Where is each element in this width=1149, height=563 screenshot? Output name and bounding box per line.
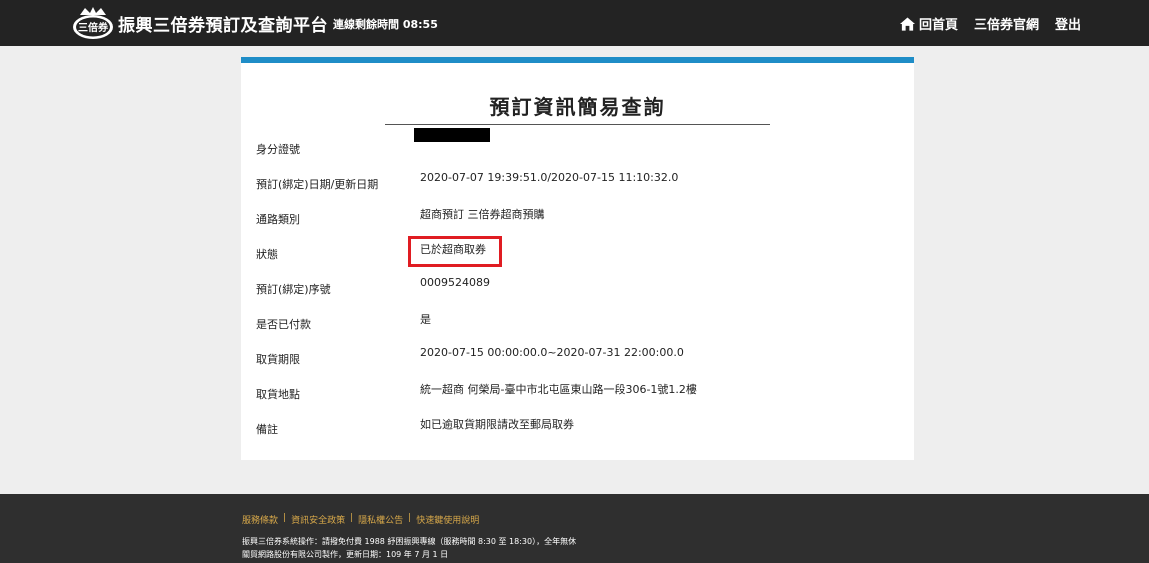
label-booking-date: 預訂(綁定)日期/更新日期: [256, 178, 379, 191]
triple-voucher-logo-icon[interactable]: 三倍券: [70, 5, 116, 41]
label-serial-number: 預訂(綁定)序號: [256, 283, 331, 296]
value-channel: 超商預訂 三倍券超商預購: [420, 208, 545, 221]
session-timer: 連線剩餘時間 08:55: [333, 18, 438, 31]
value-booking-date: 2020-07-07 19:39:51.0/2020-07-15 11:10:3…: [420, 171, 679, 184]
footer-links: 服務條款 | 資訊安全政策 | 隱私權公告 | 快速鍵使用說明: [242, 513, 479, 526]
security-policy-link[interactable]: 資訊安全政策: [291, 513, 345, 526]
value-pickup-location: 統一超商 何榮局-臺中市北屯區東山路一段306-1號1.2樓: [420, 383, 697, 396]
label-channel: 通路類別: [256, 213, 300, 226]
value-remarks: 如已逾取貨期限請改至郵局取券: [420, 418, 574, 431]
value-paid: 是: [420, 313, 431, 326]
redacted-id-value: [414, 128, 490, 142]
value-pickup-deadline: 2020-07-15 00:00:00.0~2020-07-31 22:00:0…: [420, 346, 684, 359]
top-navbar: 三倍券 振興三倍券預訂及查詢平台 連線剩餘時間 08:55 回首頁 三倍券官網 …: [0, 0, 1149, 46]
nav-menu: 回首頁 三倍券官網 登出: [899, 14, 1081, 33]
logout-link[interactable]: 登出: [1055, 14, 1081, 33]
terms-link[interactable]: 服務條款: [242, 513, 278, 526]
footer-separator: |: [408, 513, 412, 523]
footer-support-text: 振興三倍券系統操作：請撥免付費 1988 紓困振興專線（服務時間 8:30 至 …: [242, 537, 577, 546]
label-pickup-location: 取貨地點: [256, 388, 300, 401]
label-remarks: 備註: [256, 423, 278, 436]
booking-info-card: 預訂資訊簡易查詢 身分證號 預訂(綁定)日期/更新日期 2020-07-07 1…: [241, 57, 914, 460]
logo-text: 三倍券: [78, 21, 109, 34]
label-id-number: 身分證號: [256, 143, 300, 156]
value-serial-number: 0009524089: [420, 276, 490, 289]
home-icon: [899, 16, 915, 31]
label-pickup-deadline: 取貨期限: [256, 353, 300, 366]
status-highlight-box: [408, 236, 502, 267]
home-link-label: 回首頁: [918, 18, 958, 33]
privacy-link[interactable]: 隱私權公告: [358, 513, 403, 526]
home-link[interactable]: 回首頁: [899, 14, 958, 33]
footer-separator: |: [350, 513, 354, 523]
label-status: 狀態: [256, 248, 278, 261]
footer-credit-text: 關貿網路股份有限公司製作，更新日期：109 年 7 月 1 日: [242, 550, 449, 559]
site-title[interactable]: 振興三倍券預訂及查詢平台: [118, 11, 328, 36]
official-site-link[interactable]: 三倍券官網: [974, 14, 1039, 33]
page-title: 預訂資訊簡易查詢: [385, 91, 770, 125]
footer-separator: |: [283, 513, 287, 523]
footer: 服務條款 | 資訊安全政策 | 隱私權公告 | 快速鍵使用說明 振興三倍券系統操…: [0, 494, 1149, 563]
shortcut-help-link[interactable]: 快速鍵使用說明: [416, 513, 479, 526]
label-paid: 是否已付款: [256, 318, 311, 331]
